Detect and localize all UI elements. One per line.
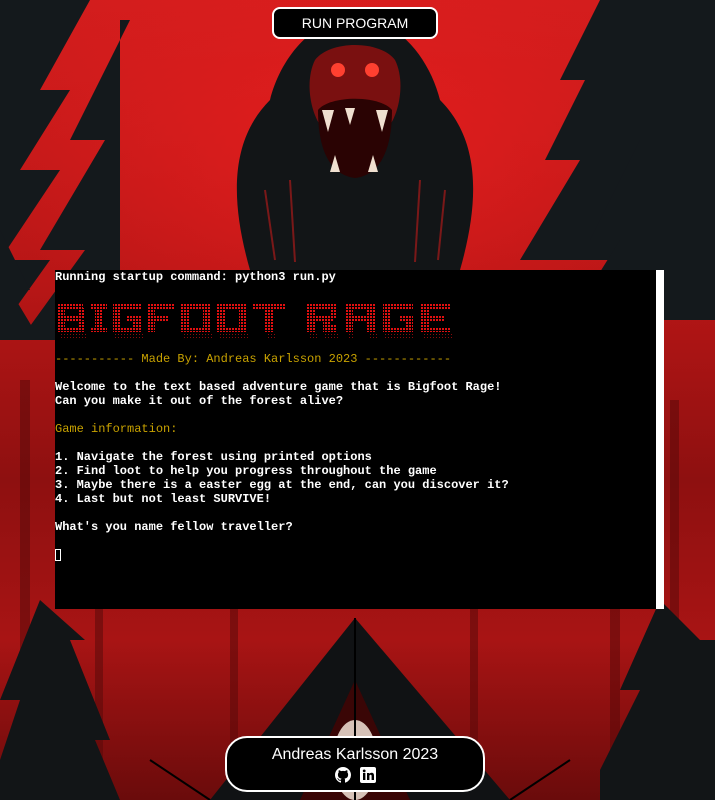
- terminal-output: Running startup command: python3 run.py: [55, 270, 653, 562]
- welcome-line-2: Can you make it out of the forest alive?: [55, 394, 344, 408]
- info-item: 3. Maybe there is a easter egg at the en…: [55, 478, 509, 492]
- terminal[interactable]: Running startup command: python3 run.py: [55, 270, 664, 609]
- footer: Andreas Karlsson 2023: [225, 736, 485, 792]
- ascii-banner: [55, 298, 653, 348]
- info-item: 1. Navigate the forest using printed opt…: [55, 450, 372, 464]
- terminal-scrollbar[interactable]: [656, 270, 664, 609]
- game-info-heading: Game information:: [55, 422, 178, 436]
- github-icon[interactable]: [334, 767, 351, 783]
- footer-social-links: [227, 767, 483, 783]
- startup-command-line: Running startup command: python3 run.py: [55, 270, 336, 284]
- info-item: 4. Last but not least SURVIVE!: [55, 492, 272, 506]
- bigfoot-rage-logo: [57, 304, 453, 340]
- info-item: 2. Find loot to help you progress throug…: [55, 464, 437, 478]
- input-line[interactable]: [55, 548, 653, 562]
- footer-author: Andreas Karlsson 2023: [271, 746, 439, 763]
- run-program-button[interactable]: RUN PROGRAM: [272, 7, 438, 39]
- welcome-line-1: Welcome to the text based adventure game…: [55, 380, 502, 394]
- linkedin-icon[interactable]: [359, 767, 376, 783]
- text-cursor[interactable]: [55, 549, 61, 561]
- made-by-line: ----------- Made By: Andreas Karlsson 20…: [55, 352, 452, 366]
- name-prompt: What's you name fellow traveller?: [55, 520, 293, 534]
